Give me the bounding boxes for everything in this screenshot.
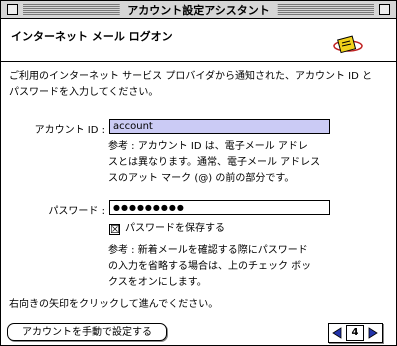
password-note-line-2: の入力を省略する場合は、上のチェック ボッ bbox=[108, 261, 312, 272]
assistant-window: アカウント設定アシスタント インターネット メール ログオン ご利用のインターネ… bbox=[0, 0, 397, 346]
next-arrow-icon[interactable] bbox=[368, 327, 378, 339]
save-password-checkbox[interactable]: ☒ bbox=[109, 224, 120, 235]
page-navigation: 4 bbox=[328, 323, 383, 343]
save-password-label[interactable]: パスワードを保存する bbox=[125, 221, 225, 237]
manual-setup-button[interactable]: アカウントを手動で設定する bbox=[7, 323, 167, 341]
intro-line-2: パスワードを入力してください。 bbox=[9, 87, 159, 98]
close-box[interactable] bbox=[7, 4, 18, 15]
account-id-field[interactable] bbox=[109, 119, 330, 134]
intro-line-1: ご利用のインターネット サービス プロバイダから通知された、アカウント ID と bbox=[9, 71, 372, 82]
account-note: 参考 : アカウント ID は、電子メール アドレ スとは異なります。通常、電子… bbox=[108, 139, 320, 187]
footer-instruction: 右向きの矢印をクリックして進んでください。 bbox=[9, 299, 219, 310]
account-note-line-2: スとは異なります。通常、電子メール アドレス bbox=[108, 157, 321, 168]
account-id-label: アカウント ID : bbox=[34, 125, 105, 136]
title-bar[interactable]: アカウント設定アシスタント bbox=[1, 1, 396, 19]
password-note: 参考 : 新着メールを確認する際にパスワード の入力を省略する場合は、上のチェッ… bbox=[108, 243, 311, 291]
account-note-line-3: スのアット マーク (@) の前の部分です。 bbox=[108, 173, 295, 184]
mail-logo-icon bbox=[333, 35, 363, 54]
password-note-line-3: クスをオンにします。 bbox=[108, 277, 207, 288]
intro-text: ご利用のインターネット サービス プロバイダから通知された、アカウント ID と… bbox=[9, 69, 372, 101]
password-field[interactable] bbox=[109, 200, 330, 215]
previous-arrow-icon[interactable] bbox=[332, 327, 342, 339]
collapse-box[interactable] bbox=[379, 4, 390, 15]
page-number: 4 bbox=[346, 325, 364, 341]
window-title: アカウント設定アシスタント bbox=[119, 2, 278, 18]
page-title: インターネット メール ログオン bbox=[11, 30, 173, 43]
account-note-line-1: 参考 : アカウント ID は、電子メール アドレ bbox=[108, 141, 308, 152]
password-note-line-1: 参考 : 新着メールを確認する際にパスワード bbox=[108, 245, 308, 256]
header: インターネット メール ログオン bbox=[1, 19, 396, 62]
password-label: パスワード : bbox=[48, 206, 105, 217]
